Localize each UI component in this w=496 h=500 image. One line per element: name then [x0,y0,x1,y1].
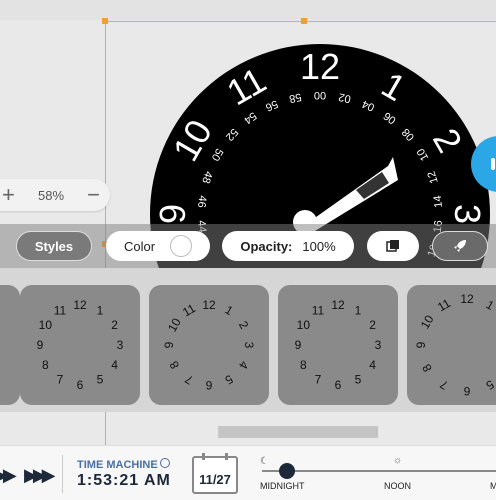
midnight-label: MIDNIGHT [260,481,305,491]
zoom-out-button[interactable]: − [87,184,100,206]
tile-numeral: 12 [73,298,87,312]
fast-forward-icon[interactable]: ▶▶ [0,465,17,486]
clock-hour-numeral: 3 [447,204,488,224]
rocket-icon [454,240,466,252]
copy-icon [386,240,399,252]
time-slider-thumb[interactable] [279,463,295,479]
divider [62,455,63,493]
clock-style-tile[interactable] [0,285,20,405]
clock-style-tile[interactable]: 12 12 3 45678 9 1011 [20,285,140,405]
pause-icon [491,158,495,170]
zoom-level: 58% [37,187,65,203]
tile-numeral: 2 [236,319,252,332]
canvas: 1212391011 00020406081012141618224446485… [0,0,496,445]
tile-numeral: 1 [223,303,236,319]
time-slider-track[interactable] [262,470,496,472]
resize-handle-top-center[interactable] [301,18,307,24]
clock-style-tile[interactable]: 12 12 3 45678 9 1011 [149,285,269,405]
opacity-control[interactable]: Opacity: 100% [222,231,354,261]
tile-numeral: 12 [460,292,474,306]
tile-numeral: 10 [297,318,311,332]
clock-minute-mark: 02 [338,90,352,104]
time-machine-label: TIME MACHINE [77,459,158,471]
tile-numeral: 1 [355,303,362,317]
tile-numeral: 12 [331,298,345,312]
tile-numeral: 6 [335,378,342,392]
color-button[interactable]: Color [106,231,210,261]
tile-numeral: 3 [375,338,382,352]
current-time: 1:53:21 AM [77,472,171,489]
tile-numeral: 4 [111,358,118,372]
opacity-label: Opacity: [240,238,293,254]
calendar-ring [202,453,205,460]
tile-numeral: 8 [166,358,182,371]
tile-numeral: 8 [42,358,49,372]
clock-minute-mark: 14 [432,195,445,208]
noon-label: NOON [384,481,411,491]
tile-numeral: 12 [202,298,216,312]
opacity-value: 100% [302,238,336,254]
styles-button[interactable]: Styles [16,231,92,261]
zoom-control: + 58% − [0,179,110,211]
tile-numeral: 11 [435,296,453,315]
clock-hour-numeral: 12 [300,46,340,87]
zoom-in-button[interactable]: + [2,184,15,206]
tile-numeral: 9 [414,341,428,348]
tile-numeral: 11 [180,301,198,320]
tile-numeral: 6 [77,378,84,392]
moon-icon: ☾ [260,456,269,467]
time-machine-bar [0,445,496,500]
clock-hour-numeral: 9 [152,204,193,224]
tile-numeral: 5 [222,372,235,388]
sun-icon: ☼ [393,455,403,466]
tile-numeral: 8 [419,361,435,374]
tile-numeral: 3 [117,338,124,352]
layer-button[interactable] [367,231,419,261]
tile-numeral: 1 [484,297,496,313]
clock-minute-mark: 58 [288,90,302,104]
clock-minute-mark: 46 [195,195,208,208]
clock-minute-mark: 00 [314,89,326,101]
tile-numeral: 4 [236,359,252,372]
tile-numeral: 11 [312,303,325,317]
tile-numeral: 10 [39,318,53,332]
tile-numeral: 9 [295,338,302,352]
tile-numeral: 1 [97,303,104,317]
tile-numeral: 8 [300,358,307,372]
resize-handle-top-left[interactable] [102,18,108,24]
date-picker[interactable]: 11/27 [192,453,238,494]
tile-numeral: 7 [57,373,64,387]
tile-numeral: 10 [418,312,437,331]
tile-numeral: 7 [315,373,322,387]
clock-style-tile[interactable]: 12 12 3 45678 9 1011 [278,285,398,405]
clock-style-tile[interactable]: 121234567891011 [407,285,496,405]
tile-numeral: 2 [369,318,376,332]
styles-label: Styles [34,238,74,254]
tile-numeral: 9 [162,341,176,348]
color-swatch[interactable] [170,235,192,257]
top-strip [0,0,496,20]
tile-numeral: 7 [437,377,450,393]
tile-numeral: 3 [242,342,256,349]
power-icon[interactable] [160,458,170,468]
tile-numeral: 2 [111,318,118,332]
tile-numeral: 4 [369,358,376,372]
color-label: Color [124,238,156,254]
fast-forward-icon[interactable]: ▶▶▶ [24,465,55,486]
tile-numeral: 11 [54,303,67,317]
current-date: 11/27 [199,472,231,487]
tile-numeral: 7 [182,372,195,388]
styles-scrollbar[interactable] [218,426,378,438]
tile-numeral: 10 [165,315,184,334]
edge-label: M [490,481,496,491]
tile-numeral: 6 [463,384,470,398]
tile-numeral: 5 [97,373,104,387]
calendar-ring [225,453,228,460]
tile-numeral: 5 [355,373,362,387]
tile-numeral: 9 [37,338,44,352]
tile-numeral: 5 [483,377,496,393]
tile-numeral: 6 [205,378,212,392]
launch-button[interactable] [432,231,488,261]
